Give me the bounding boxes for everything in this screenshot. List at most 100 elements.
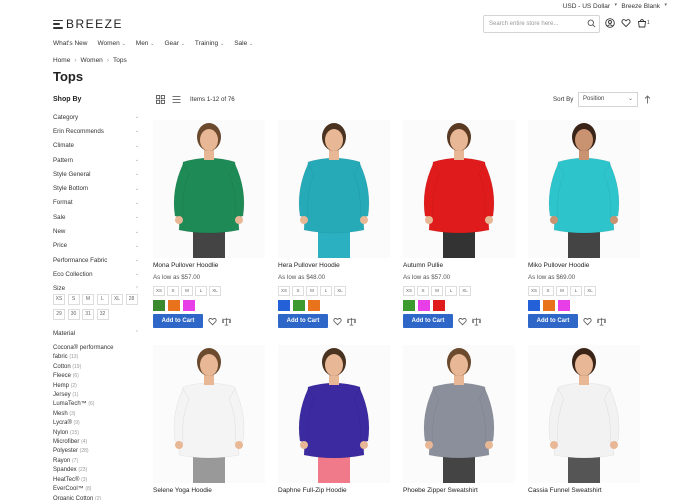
material-option[interactable]: HeatTec® (3) [53,476,113,485]
size-option[interactable]: XS [53,294,65,305]
size-option[interactable]: M [82,294,94,305]
list-view-icon[interactable] [172,95,181,104]
product-image[interactable] [153,120,265,258]
product-image[interactable] [403,345,515,483]
size-option[interactable]: XS [153,286,165,296]
product-name[interactable]: Hera Pullover Hoodie [278,262,390,269]
size-option[interactable]: XS [528,286,540,296]
filter-format[interactable]: Format ⌄ [53,196,139,210]
breadcrumb-home[interactable]: Home [53,57,70,64]
size-option[interactable]: 29 [53,309,65,320]
color-swatch[interactable] [433,300,445,311]
wishlist-heart-icon[interactable] [208,317,217,326]
store-switcher[interactable]: Breeze Blank [621,3,660,10]
filter-eco-collection[interactable]: Eco Collection ⌄ [53,267,139,281]
breadcrumb-women[interactable]: Women [81,57,103,64]
search-input[interactable]: Search entire store here... [483,15,600,33]
size-option[interactable]: M [431,286,443,296]
product-name[interactable]: Autumn Pullie [403,262,515,269]
size-option[interactable]: XL [209,286,221,296]
product-name[interactable]: Cassia Funnel Sweatshirt [528,487,640,494]
color-swatch[interactable] [418,300,430,311]
size-option[interactable]: S [67,294,80,305]
search-icon[interactable] [587,19,596,28]
material-option[interactable]: Cotton (19) [53,363,113,372]
color-swatch[interactable] [308,300,320,311]
sort-select[interactable]: Position ⌄ [578,92,638,107]
sort-direction-arrow-icon[interactable] [644,95,651,104]
size-option[interactable]: XS [278,286,290,296]
filter-sale[interactable]: Sale ⌄ [53,210,139,224]
size-option[interactable]: S [542,286,554,296]
size-option[interactable]: 28 [125,294,138,305]
color-swatch[interactable] [293,300,305,311]
material-option[interactable]: Polyester (28) [53,447,113,456]
filter-material[interactable]: Material ⌃ [53,330,139,337]
material-option[interactable]: Nylon (15) [53,429,113,438]
size-option[interactable]: 32 [96,309,109,320]
size-option[interactable]: L [445,286,457,296]
compare-icon[interactable] [347,317,356,326]
material-option[interactable]: Organic Cotton (2) [53,495,113,500]
size-option[interactable]: 31 [82,309,94,320]
nav-item-women[interactable]: Women ⌄ [97,40,125,47]
compare-icon[interactable] [472,317,481,326]
material-option[interactable]: LumaTech™ (6) [53,400,113,409]
size-option[interactable]: L [570,286,582,296]
add-to-cart-button[interactable]: Add to Cart [528,314,578,328]
wishlist-heart-icon[interactable] [333,317,342,326]
size-option[interactable]: M [181,286,193,296]
size-option[interactable]: L [96,294,109,305]
material-option[interactable]: Lycra® (9) [53,419,113,428]
color-swatch[interactable] [278,300,290,311]
filter-new[interactable]: New ⌄ [53,224,139,238]
product-image[interactable] [403,120,515,258]
add-to-cart-button[interactable]: Add to Cart [278,314,328,328]
filter-price[interactable]: Price ⌄ [53,239,139,253]
filter-style-general[interactable]: Style General ⌄ [53,167,139,181]
product-image[interactable] [153,345,265,483]
size-option[interactable]: XL [334,286,346,296]
size-option[interactable]: S [167,286,179,296]
material-option[interactable]: Mesh (3) [53,410,113,419]
color-swatch[interactable] [183,300,195,311]
compare-icon[interactable] [222,317,231,326]
color-swatch[interactable] [153,300,165,311]
size-option[interactable]: M [306,286,318,296]
currency-switcher[interactable]: USD - US Dollar [563,3,610,10]
material-option[interactable]: Rayon (7) [53,457,113,466]
nav-item-training[interactable]: Training ⌄ [195,40,224,47]
nav-item-men[interactable]: Men ⌄ [136,40,155,47]
add-to-cart-button[interactable]: Add to Cart [403,314,453,328]
material-option[interactable]: EverCool™ (8) [53,485,113,494]
filter-climate[interactable]: Climate ⌄ [53,139,139,153]
filter-erin-recommends[interactable]: Erin Recommends ⌄ [53,124,139,138]
add-to-cart-button[interactable]: Add to Cart [153,314,203,328]
material-option[interactable]: Spandex (23) [53,466,113,475]
product-name[interactable]: Miko Pullover Hoodie [528,262,640,269]
cart-icon[interactable] [637,18,647,28]
size-option[interactable]: XL [459,286,471,296]
filter-pattern[interactable]: Pattern ⌄ [53,153,139,167]
color-swatch[interactable] [543,300,555,311]
material-option[interactable]: Cocona® performance [53,344,113,353]
nav-item-gear[interactable]: Gear ⌄ [164,40,184,47]
filter-category[interactable]: Category ⌄ [53,110,139,124]
product-image[interactable] [528,345,640,483]
material-option[interactable]: Hemp (2) [53,382,113,391]
size-option[interactable]: XL [584,286,596,296]
material-option[interactable]: Fleece (6) [53,372,113,381]
size-option[interactable]: S [417,286,429,296]
color-swatch[interactable] [168,300,180,311]
filter-style-bottom[interactable]: Style Bottom ⌄ [53,181,139,195]
wishlist-heart-icon[interactable] [583,317,592,326]
nav-item-sale[interactable]: Sale ⌄ [234,40,253,47]
product-name[interactable]: Mona Pullover Hoodlie [153,262,265,269]
product-name[interactable]: Selene Yoga Hoodie [153,487,265,494]
material-option[interactable]: Jersey (1) [53,391,113,400]
wishlist-heart-icon[interactable] [458,317,467,326]
size-option[interactable]: XL [111,294,123,305]
size-option[interactable]: XS [403,286,415,296]
filter-performance-fabric[interactable]: Performance Fabric ⌄ [53,253,139,267]
material-option[interactable]: fabric (13) [53,353,113,362]
